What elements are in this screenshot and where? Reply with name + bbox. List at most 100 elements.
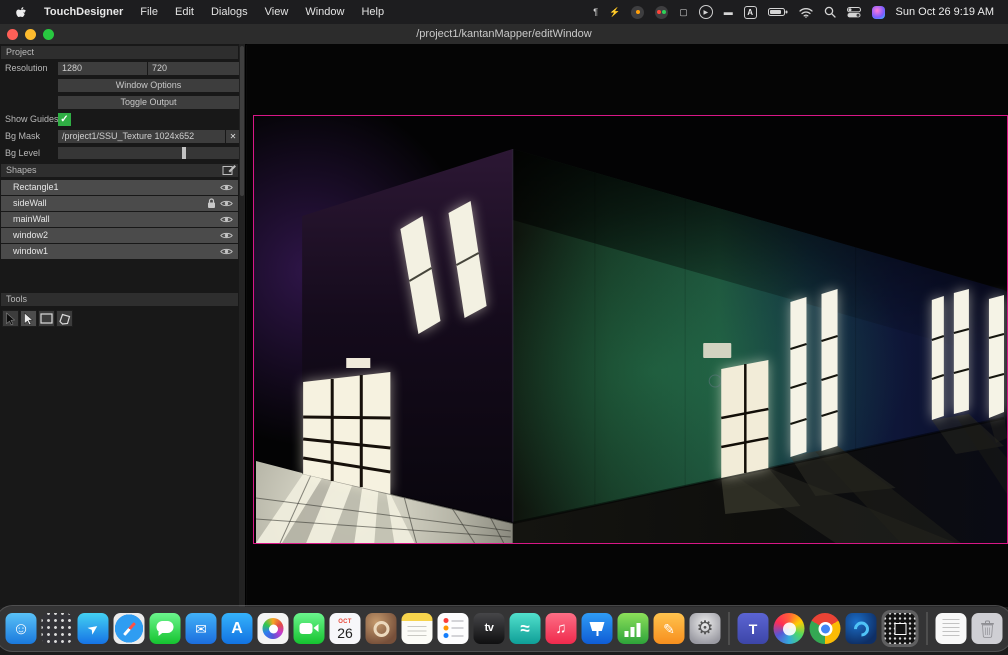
edit-window: /project1/kantanMapper/editWindow Projec… — [0, 24, 1008, 607]
dock-system-settings[interactable]: ⚙ — [690, 613, 721, 644]
window-title: /project1/kantanMapper/editWindow — [0, 28, 1008, 40]
menu-extra-orange-icon[interactable] — [631, 6, 644, 19]
input-source-icon[interactable]: A — [744, 6, 757, 19]
desktop: TouchDesigner File Edit Dialogs View Win… — [0, 0, 1008, 655]
tools-toolbar — [2, 310, 73, 327]
menubar-clock[interactable]: Sun Oct 26 9:19 AM — [896, 6, 994, 18]
shapes-section-header: Shapes — [1, 164, 238, 177]
play-status-icon[interactable]: ▶ — [699, 5, 713, 19]
dock-touchdesigner[interactable] — [885, 613, 916, 644]
zoom-button[interactable] — [43, 29, 54, 40]
visibility-icon[interactable] — [220, 183, 233, 192]
visibility-icon[interactable] — [220, 215, 233, 224]
shape-name: window2 — [13, 230, 48, 240]
dock: ☺ ➤ ✉ A OCT 26 tv ≈ ♫ ✎ ⚙ T — [0, 605, 1008, 652]
cursor-outline-icon — [23, 312, 34, 325]
visibility-icon[interactable] — [220, 247, 233, 256]
edit-shapes-icon[interactable] — [222, 164, 237, 176]
dock-finder[interactable]: ☺ — [6, 613, 37, 644]
dock-brown-circle-app[interactable] — [366, 613, 397, 644]
dock-messages[interactable] — [150, 613, 181, 644]
rectangle-icon — [40, 313, 53, 324]
minimize-button[interactable] — [25, 29, 36, 40]
resolution-height-input[interactable] — [148, 62, 239, 75]
dock-colorful-circle-app[interactable] — [774, 613, 805, 644]
projection-preview — [254, 116, 1007, 543]
menu-help[interactable]: Help — [361, 6, 384, 18]
dock-notes[interactable] — [402, 613, 433, 644]
dock-separator — [927, 612, 928, 645]
camera-bar-icon[interactable]: ▬ — [724, 6, 733, 18]
dock-pages[interactable]: ✎ — [654, 613, 685, 644]
shape-name: mainWall — [13, 214, 50, 224]
projection-output-outline[interactable] — [253, 115, 1008, 544]
shape-row-window1[interactable]: window1 — [1, 244, 238, 259]
show-guides-label: Show Guides — [5, 113, 59, 126]
dock-reminders[interactable] — [438, 613, 469, 644]
battery-icon[interactable] — [768, 7, 788, 17]
dock-numbers[interactable] — [618, 613, 649, 644]
dock-edge[interactable] — [846, 613, 877, 644]
visibility-icon[interactable] — [220, 199, 233, 208]
shape-row-rectangle1[interactable]: Rectangle1 — [1, 180, 238, 195]
sidebar-scrollbar[interactable] — [239, 44, 245, 607]
menu-dialogs[interactable]: Dialogs — [211, 6, 248, 18]
close-button[interactable] — [7, 29, 18, 40]
wifi-icon[interactable] — [799, 7, 813, 18]
menu-window[interactable]: Window — [305, 6, 344, 18]
scrollbar-thumb[interactable] — [240, 46, 244, 196]
menu-edit[interactable]: Edit — [175, 6, 194, 18]
battery-charging-icon[interactable]: ⚡ — [609, 6, 620, 18]
toggle-output-button[interactable]: Toggle Output — [58, 96, 239, 109]
shape-name: sideWall — [13, 198, 47, 208]
window-options-button[interactable]: Window Options — [58, 79, 239, 92]
bg-level-handle[interactable] — [182, 147, 186, 159]
window-titlebar[interactable]: /project1/kantanMapper/editWindow — [0, 24, 1008, 45]
dock-safari[interactable] — [114, 613, 145, 644]
clear-bg-mask-button[interactable]: ✕ — [226, 130, 240, 143]
dock-photos[interactable] — [258, 613, 289, 644]
mapping-canvas[interactable] — [247, 44, 1008, 607]
paragraph-status-icon[interactable]: ¶ — [593, 6, 598, 18]
dock-calendar[interactable]: OCT 26 — [330, 613, 361, 644]
resolution-width-input[interactable] — [58, 62, 147, 75]
dock-tv[interactable]: tv — [474, 613, 505, 644]
tool-rectangle[interactable] — [38, 310, 55, 327]
app-store-a-icon: A — [231, 621, 243, 637]
dock-microsoft-teams[interactable]: T — [738, 613, 769, 644]
dock-chrome[interactable] — [810, 613, 841, 644]
app-menu-touchdesigner[interactable]: TouchDesigner — [44, 6, 123, 18]
show-guides-checkbox[interactable]: ✓ — [58, 113, 71, 126]
apple-menu[interactable] — [14, 6, 27, 19]
teams-t-icon: T — [749, 622, 758, 636]
search-icon[interactable] — [824, 6, 836, 18]
siri-icon[interactable] — [872, 6, 885, 19]
dock-document-window[interactable] — [936, 613, 967, 644]
dock-teal-wave-app[interactable]: ≈ — [510, 613, 541, 644]
shape-row-mainwall[interactable]: mainWall — [1, 212, 238, 227]
cursor-icon — [5, 312, 16, 325]
shape-row-sidewall[interactable]: sideWall — [1, 196, 238, 211]
menu-extra-colors-icon[interactable] — [655, 6, 668, 19]
lock-icon[interactable] — [207, 198, 216, 209]
display-icon[interactable]: ▢ — [679, 6, 688, 18]
tool-direct-select[interactable] — [20, 310, 37, 327]
visibility-icon[interactable] — [220, 231, 233, 240]
shape-name: Rectangle1 — [13, 182, 59, 192]
control-center-icon[interactable] — [847, 7, 861, 18]
dock-keynote[interactable] — [582, 613, 613, 644]
tool-select[interactable] — [2, 310, 19, 327]
dock-app-store[interactable]: A — [222, 613, 253, 644]
dock-mail[interactable]: ✉ — [186, 613, 217, 644]
bg-mask-field[interactable]: /project1/SSU_Texture 1024x652 — [58, 130, 225, 143]
dock-facetime[interactable] — [294, 613, 325, 644]
menu-file[interactable]: File — [140, 6, 158, 18]
dock-trash[interactable] — [972, 613, 1003, 644]
shape-row-window2[interactable]: window2 — [1, 228, 238, 243]
dock-music[interactable]: ♫ — [546, 613, 577, 644]
tool-freeform[interactable] — [56, 310, 73, 327]
dock-find-my[interactable]: ➤ — [78, 613, 109, 644]
dock-launchpad[interactable] — [42, 613, 73, 644]
bg-level-slider[interactable] — [58, 147, 239, 159]
menu-view[interactable]: View — [265, 6, 289, 18]
